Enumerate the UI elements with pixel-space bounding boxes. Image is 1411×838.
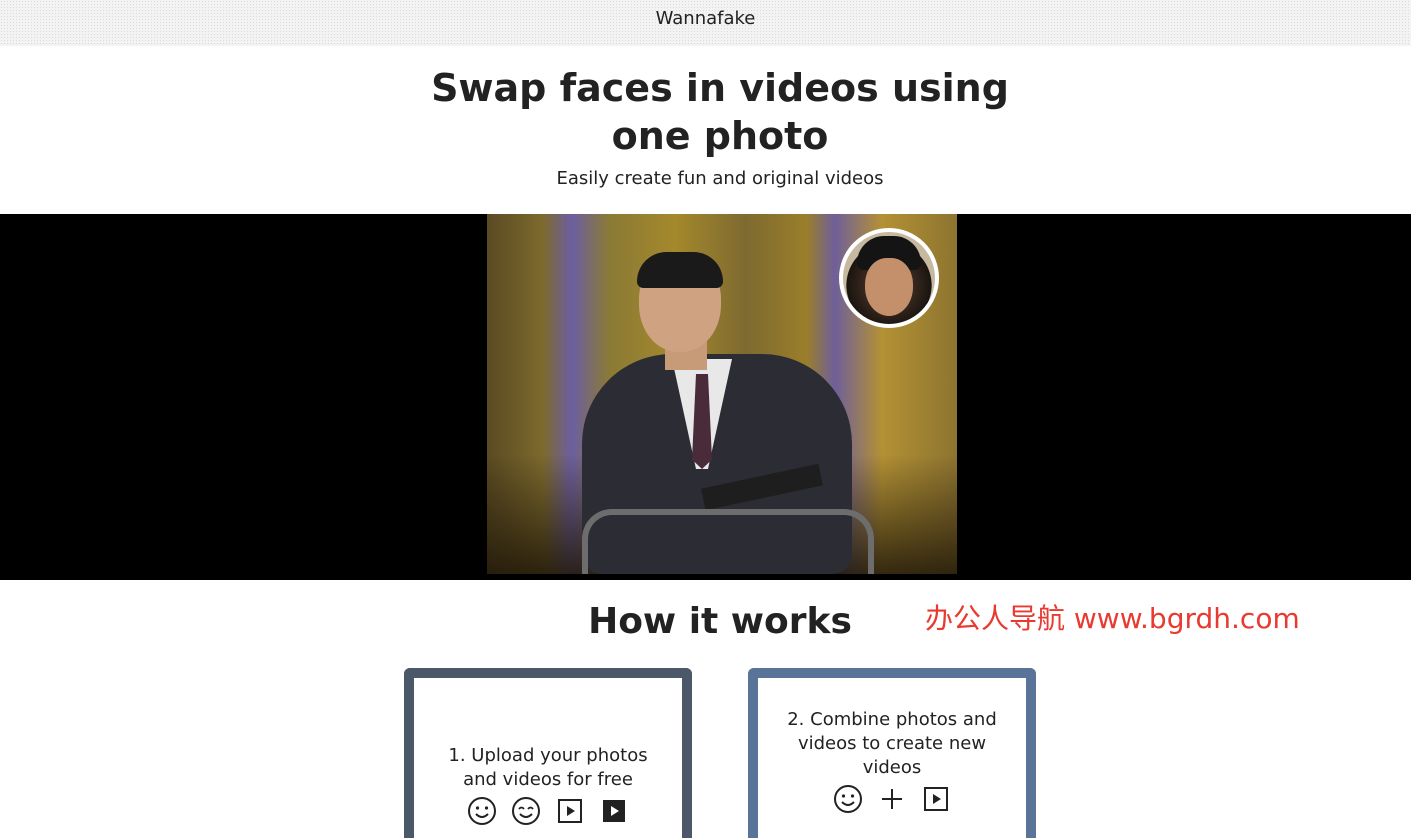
- smile-eyes-closed-icon: [511, 796, 541, 826]
- brand-link[interactable]: Wannafake: [656, 8, 756, 29]
- play-filled-icon: [599, 796, 629, 826]
- step-card-upload: 1. Upload your photos and videos for fre…: [404, 668, 692, 838]
- watermark-text: 办公人导航 www.bgrdh.com: [925, 602, 1300, 635]
- video-chair: [582, 509, 874, 574]
- source-face-avatar: [839, 228, 939, 328]
- avatar-face-skin: [865, 258, 913, 316]
- step-icons-combine: [758, 784, 1026, 814]
- step-icons-upload: [414, 796, 682, 826]
- step-text-combine: 2. Combine photos and videos to create n…: [787, 709, 997, 778]
- play-outline-icon: [555, 796, 585, 826]
- hero-subtitle: Easily create fun and original videos: [556, 168, 884, 189]
- play-outline-icon: [921, 784, 951, 814]
- demo-video-band: [0, 214, 1411, 580]
- hero-title: Swap faces in videos using one photo: [431, 66, 1009, 158]
- demo-video[interactable]: [487, 214, 957, 574]
- top-navbar: Wannafake: [0, 0, 1411, 46]
- video-person-hair: [637, 252, 723, 288]
- smile-icon: [833, 784, 863, 814]
- step-text-upload: 1. Upload your photos and videos for fre…: [448, 745, 648, 790]
- step-card-combine: 2. Combine photos and videos to create n…: [748, 668, 1036, 838]
- plus-icon: [877, 784, 907, 814]
- smile-icon: [467, 796, 497, 826]
